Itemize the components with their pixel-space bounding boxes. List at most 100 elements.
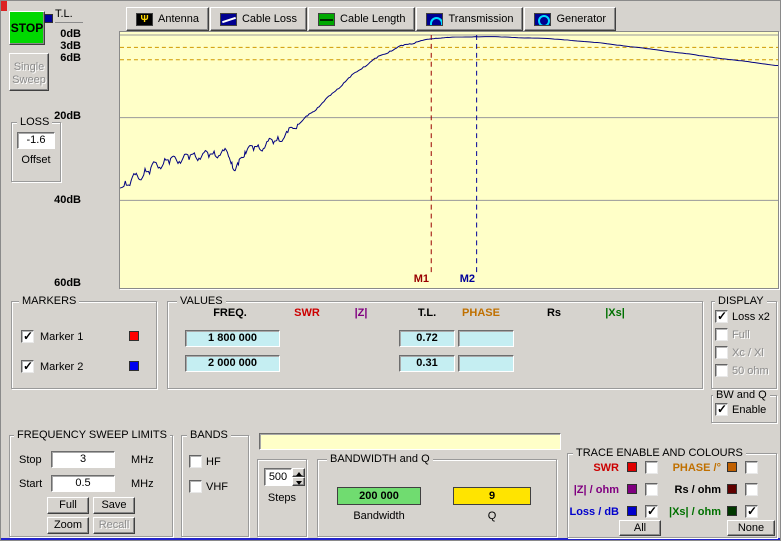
loss-offset-field[interactable]: -1.6 xyxy=(17,132,55,149)
vhf-checkbox[interactable] xyxy=(189,480,202,493)
steps-down-button[interactable] xyxy=(292,477,305,486)
steps-spinner xyxy=(292,468,305,486)
antenna-icon xyxy=(136,13,153,26)
steps-up-button[interactable] xyxy=(292,468,305,477)
rs-trace-checkbox[interactable] xyxy=(745,483,758,496)
marker1-tl-field: 0.72 xyxy=(399,330,455,347)
z-color-swatch[interactable] xyxy=(627,484,637,494)
marker1-checkbox[interactable] xyxy=(21,330,34,343)
loss-trace-checkbox[interactable] xyxy=(645,505,658,518)
bwq-enable-checkbox[interactable] xyxy=(715,403,728,416)
transmission-icon xyxy=(426,13,443,26)
generator-icon xyxy=(534,13,551,26)
bwq-enable-label: Enable xyxy=(732,404,766,416)
trace-group-title: TRACE ENABLE AND COLOURS xyxy=(573,448,746,459)
generator-button[interactable]: Generator xyxy=(524,7,616,31)
stop-freq-unit: MHz xyxy=(131,454,154,466)
axis-label-0db: 0dB xyxy=(35,28,81,40)
stop-freq-field[interactable]: 3 xyxy=(51,451,115,468)
tl-scale-title: T.L. xyxy=(55,8,83,23)
loss-x2-checkbox[interactable] xyxy=(715,310,728,323)
swr-trace-checkbox[interactable] xyxy=(645,461,658,474)
no-traces-button[interactable]: None xyxy=(727,520,775,536)
xs-trace-checkbox[interactable] xyxy=(745,505,758,518)
marker-m1-label[interactable]: M1 xyxy=(407,273,429,285)
swr-trace-label: SWR xyxy=(567,462,619,474)
bandwidth-group-title: BANDWIDTH and Q xyxy=(327,454,433,465)
z-trace-label: |Z| / ohm xyxy=(567,484,619,496)
cable-loss-button[interactable]: Cable Loss xyxy=(210,7,307,31)
col-header-phase: PHASE xyxy=(462,307,500,319)
cable-length-label: Cable Length xyxy=(340,13,405,25)
loss-x2-label: Loss x2 xyxy=(732,311,770,323)
chart-area[interactable] xyxy=(119,31,779,289)
cable-loss-label: Cable Loss xyxy=(242,13,297,25)
phase-trace-checkbox[interactable] xyxy=(745,461,758,474)
markers-group xyxy=(11,301,157,389)
marker2-freq-field[interactable]: 2 000 000 xyxy=(185,355,280,372)
axis-label-40db: 40dB xyxy=(35,194,81,206)
xs-color-swatch[interactable] xyxy=(727,506,737,516)
cable-loss-icon xyxy=(220,13,237,26)
loss-group xyxy=(11,122,61,182)
axis-label-6db: 6dB xyxy=(35,52,81,64)
steps-field[interactable]: 500 xyxy=(264,468,292,486)
marker-m2-label[interactable]: M2 xyxy=(453,273,475,285)
loss-trace-color-icon xyxy=(44,14,53,23)
cable-length-button[interactable]: Cable Length xyxy=(308,7,415,31)
xs-trace-label: |Xs| / ohm xyxy=(659,506,721,518)
fifty-ohm-checkbox xyxy=(715,364,728,377)
marker2-checkbox[interactable] xyxy=(21,360,34,373)
rs-color-swatch[interactable] xyxy=(727,484,737,494)
antenna-button[interactable]: Antenna xyxy=(126,7,209,31)
xc-xl-label: Xc / Xl xyxy=(732,347,764,359)
steps-label: Steps xyxy=(257,492,307,504)
transmission-label: Transmission xyxy=(448,13,513,25)
up-arrow-icon xyxy=(296,472,302,476)
display-group-title: DISPLAY xyxy=(715,296,767,307)
full-span-button[interactable]: Full xyxy=(47,497,89,514)
marker2-phase-field xyxy=(458,355,514,372)
recall-button: Recall xyxy=(93,517,135,534)
phase-trace-label: PHASE /° xyxy=(659,462,721,474)
markers-group-title: MARKERS xyxy=(19,296,79,307)
zoom-button[interactable]: Zoom xyxy=(47,517,89,534)
marker1-label: Marker 1 xyxy=(40,331,83,343)
all-traces-button[interactable]: All xyxy=(619,520,661,536)
bandwidth-value: 200 000 xyxy=(337,487,421,505)
marker2-label: Marker 2 xyxy=(40,361,83,373)
status-bar xyxy=(259,433,561,450)
app-window: STOP T.L. Single Sweep 0dB 3dB 6dB 20dB … xyxy=(0,0,781,541)
start-freq-unit: MHz xyxy=(131,478,154,490)
col-header-xs: |Xs| xyxy=(605,307,625,319)
swr-color-swatch[interactable] xyxy=(627,462,637,472)
offset-button[interactable]: Offset xyxy=(13,154,59,166)
start-freq-field[interactable]: 0.5 xyxy=(51,475,115,492)
marker1-color-swatch[interactable] xyxy=(129,331,139,341)
col-header-freq: FREQ. xyxy=(213,307,247,319)
xc-xl-checkbox xyxy=(715,346,728,359)
q-label: Q xyxy=(453,510,531,522)
loss-trace-label: Loss / dB xyxy=(567,506,619,518)
vhf-label: VHF xyxy=(206,481,228,493)
phase-color-swatch[interactable] xyxy=(727,462,737,472)
background-artifact xyxy=(1,1,7,11)
values-group-title: VALUES xyxy=(177,296,226,307)
axis-label-3db: 3dB xyxy=(35,40,81,52)
loss-color-swatch[interactable] xyxy=(627,506,637,516)
col-header-rs: Rs xyxy=(547,307,561,319)
marker1-freq-field[interactable]: 1 800 000 xyxy=(185,330,280,347)
transmission-button[interactable]: Transmission xyxy=(416,7,523,31)
z-trace-checkbox[interactable] xyxy=(645,483,658,496)
marker1-phase-field xyxy=(458,330,514,347)
hf-checkbox[interactable] xyxy=(189,455,202,468)
col-header-tl: T.L. xyxy=(418,307,436,319)
stop-freq-label: Stop xyxy=(19,454,42,466)
col-header-z: |Z| xyxy=(355,307,368,319)
mode-toolbar: Antenna Cable Loss Cable Length Transmis… xyxy=(126,7,617,31)
save-button[interactable]: Save xyxy=(93,497,135,514)
marker2-color-swatch[interactable] xyxy=(129,361,139,371)
cable-length-icon xyxy=(318,13,335,26)
bands-group-title: BANDS xyxy=(187,430,231,441)
bandwidth-label: Bandwidth xyxy=(337,510,421,522)
